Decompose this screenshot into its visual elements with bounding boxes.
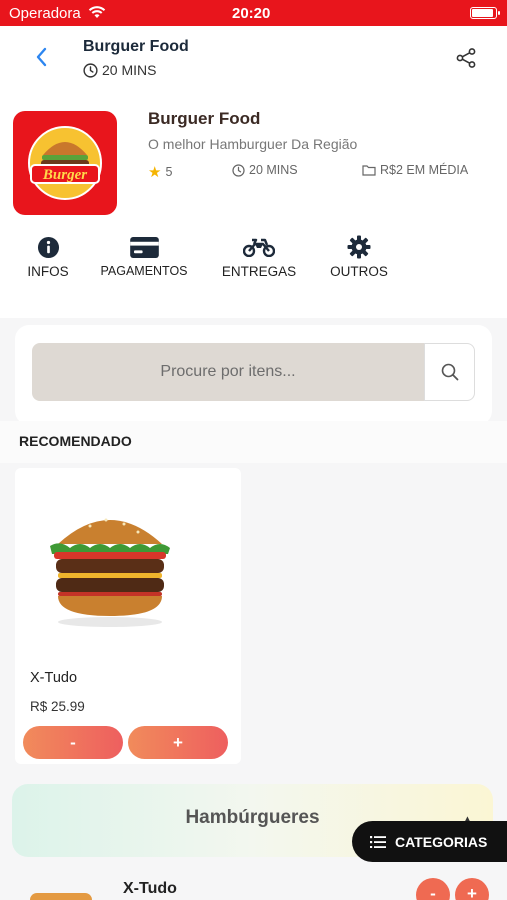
search-button[interactable]	[424, 343, 475, 401]
folder-icon	[362, 165, 376, 176]
status-bar: Operadora 20:20	[0, 0, 507, 26]
product-image	[40, 504, 180, 628]
back-button[interactable]	[28, 42, 54, 72]
product-name: X-Tudo	[30, 670, 78, 686]
search-icon	[441, 363, 458, 381]
action-label: PAGAMENTOS	[100, 264, 188, 278]
credit-card-icon	[129, 236, 159, 258]
store-logo: Burger	[13, 111, 117, 215]
header-time-text: 20 MINS	[102, 62, 157, 78]
categories-label: CATEGORIAS	[395, 833, 488, 850]
average-price-text: R$2 EM MÉDIA	[380, 163, 469, 177]
action-label: ENTREGAS	[221, 264, 297, 279]
store-actions: INFOS PAGAMENTOS ENTREGAS OUTROS	[0, 235, 507, 285]
gear-icon	[347, 235, 371, 259]
clock-icon	[232, 163, 245, 177]
clock-time: 20:20	[232, 5, 271, 22]
battery-cap	[498, 11, 500, 15]
section-title: RECOMENDADO	[19, 433, 132, 449]
increase-button[interactable]: +	[128, 726, 228, 759]
rating-value: 5	[165, 165, 173, 179]
star-icon: ★	[148, 164, 162, 181]
delivery-time-text: 20 MINS	[249, 163, 298, 177]
action-label: OUTROS	[330, 264, 388, 279]
list-decrease-button[interactable]: -	[416, 878, 450, 900]
motorcycle-icon	[243, 238, 275, 257]
info-icon	[37, 236, 59, 258]
store-info: Burger Burguer Food O melhor Hamburguer …	[0, 98, 507, 318]
product-price: R$ 25.99	[30, 699, 85, 714]
store-rating: ★ 5	[148, 163, 172, 181]
share-button[interactable]	[454, 46, 478, 70]
action-outros[interactable]: OUTROS	[327, 235, 391, 279]
carrier-name: Operadora	[9, 5, 81, 22]
list-icon	[370, 835, 386, 848]
categories-button[interactable]: CATEGORIAS	[352, 821, 507, 862]
search-input[interactable]: Procure por itens...	[32, 343, 424, 401]
store-average-price: R$2 EM MÉDIA	[362, 163, 468, 177]
action-entregas[interactable]: ENTREGAS	[219, 235, 299, 279]
action-label: INFOS	[27, 264, 69, 279]
list-item-name: X-Tudo	[123, 880, 177, 897]
wifi-icon	[88, 5, 106, 23]
recommended-header: RECOMENDADO	[0, 421, 507, 463]
list-increase-button[interactable]: +	[455, 878, 489, 900]
header: Burguer Food 20 MINS	[0, 26, 507, 98]
list-item-image	[30, 893, 92, 900]
store-delivery-time: 20 MINS	[232, 163, 298, 177]
logo-text: Burger	[42, 167, 87, 183]
header-delivery-time: 20 MINS	[83, 62, 156, 78]
store-description: O melhor Hamburguer Da Região	[148, 136, 358, 152]
clock-icon	[83, 62, 98, 78]
decrease-button[interactable]: -	[23, 726, 123, 759]
share-icon	[456, 48, 476, 68]
header-title: Burguer Food	[83, 38, 189, 55]
store-name: Burguer Food	[148, 109, 261, 128]
chevron-left-icon	[36, 47, 47, 67]
action-infos[interactable]: INFOS	[25, 235, 71, 279]
battery-icon	[470, 7, 497, 19]
action-pagamentos[interactable]: PAGAMENTOS	[96, 235, 192, 278]
